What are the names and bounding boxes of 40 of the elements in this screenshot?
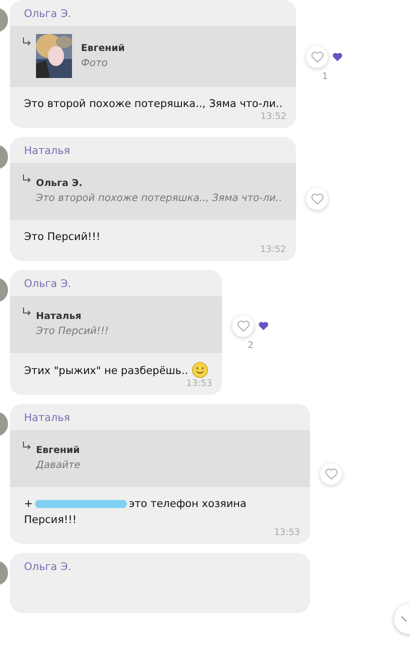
like-button[interactable] [306,188,328,210]
heart-outline-icon [324,468,338,480]
quote-text: Это Персий!!! [36,324,109,338]
sender-name[interactable]: Ольга Э. [10,278,86,296]
quote-author: Евгений [81,42,125,56]
reply-arrow-icon [22,37,31,46]
quoted-message[interactable]: Наталья Это Персий!!! [10,296,222,353]
sender-name[interactable]: Ольга Э. [10,8,86,26]
message-text: Этих "рыжих" не разберёшь.. [24,364,188,379]
heart-icon[interactable] [258,320,270,330]
message-time: 13:52 [259,245,288,255]
message-text: + это телефон хозяина Персия!!! [24,497,248,528]
quote-author: Ольга Э. [36,176,82,190]
quote-text: Фото [81,56,109,70]
quote-text: Это второй похоже потеряшка.., Зяма что-ли.. [36,192,282,206]
heart-icon[interactable] [332,52,344,62]
sender-name[interactable]: Ольга Э. [10,561,86,579]
message-text: Это второй похоже потеряшка.., Зяма что-ли.. [24,97,282,112]
like-count: 1 [322,72,328,82]
sender-name[interactable]: Наталья [10,412,84,430]
reply-arrow-icon [22,441,31,450]
like-button[interactable] [320,463,342,485]
message-time: 13:53 [273,528,301,538]
sender-name[interactable]: Наталья [10,145,84,163]
reply-arrow-icon [22,174,31,183]
heart-outline-icon [310,51,324,63]
message-text: Это Персий!!! [24,230,100,245]
quoted-message[interactable]: Ольга Э. Это второй похоже потеряшка.., Зяма что-ли.. [10,163,296,220]
quote-author: Евгений [36,444,80,458]
chevron-icon [401,616,407,622]
quote-text: Давайте [36,458,80,472]
like-count: 2 [248,340,254,350]
quoted-message[interactable]: Евгений Фото [10,26,296,87]
heart-outline-icon [236,320,250,332]
reply-arrow-icon [22,307,31,316]
message-time: 13:52 [260,112,288,122]
quote-author: Наталья [36,310,82,324]
message-time: 13:53 [185,379,214,389]
heart-outline-icon [310,193,324,205]
quoted-message[interactable]: Евгений Давайте [10,430,310,487]
